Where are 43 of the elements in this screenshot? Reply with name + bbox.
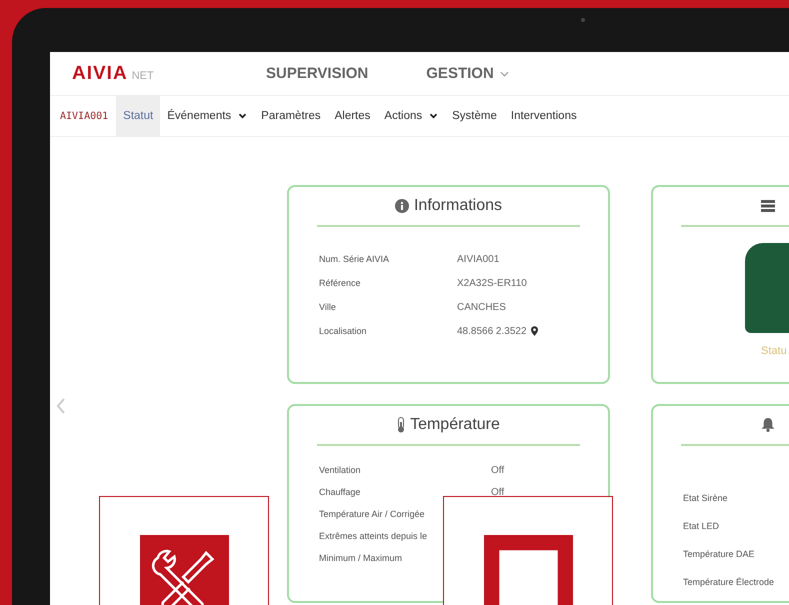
nav-tab[interactable]: Paramètres: [254, 96, 328, 136]
logo-text: AIVIA: [72, 62, 128, 84]
field-label: Etat Sirène: [683, 493, 729, 503]
chevron-down-icon: [238, 113, 248, 119]
card-title: Informations: [414, 197, 502, 215]
info-icon: [394, 199, 409, 213]
field-label: Minimum / Maximum: [319, 553, 404, 563]
field-label: Ventilation: [319, 465, 362, 475]
field-label: Température DAE: [683, 549, 756, 559]
bell-icon: [761, 418, 775, 432]
field-value: CANCHES: [457, 302, 506, 312]
nav-tab[interactable]: Alertes: [328, 96, 378, 136]
map-pin-icon[interactable]: [530, 326, 538, 336]
caret-icon: [500, 70, 509, 76]
field-label: Température Électrode: [683, 577, 776, 587]
field-value: 48.8566 2.3522: [457, 326, 538, 336]
top-menu-link[interactable]: GESTION: [426, 65, 509, 82]
card-title: Température: [410, 416, 500, 434]
field-label: Chauffage: [319, 487, 362, 497]
field-label: Etat LED: [683, 521, 720, 531]
field-value: X2A32S-ER110: [457, 278, 527, 288]
field-label: Température Air / Corrigée: [319, 509, 426, 519]
nav-tab[interactable]: Actions: [377, 96, 446, 136]
nav-tab[interactable]: Événements: [160, 96, 254, 136]
status-text: Statu: [761, 345, 788, 357]
field-value: Off: [491, 486, 504, 498]
field-label: Localisation: [319, 326, 368, 336]
field-label: Ville: [319, 302, 337, 312]
top-menu-link[interactable]: SUPERVISION: [266, 65, 368, 82]
field-label: Référence: [319, 278, 362, 288]
camera-icon: [581, 18, 585, 22]
logo-suffix: NET: [132, 70, 154, 82]
field-value: AIVIA001: [457, 254, 500, 264]
nav-tab[interactable]: Interventions: [504, 96, 584, 136]
field-value: Off: [491, 464, 504, 476]
field-label: Extrêmes atteints depuis le: [319, 531, 428, 541]
chevron-down-icon: [429, 113, 438, 119]
field-label: Num. Série AIVIA: [319, 254, 390, 264]
device-id: AIVIA001: [59, 110, 110, 124]
nav-tab[interactable]: Système: [445, 96, 504, 136]
thermometer-icon: [397, 417, 406, 433]
nav-tab[interactable]: Statut: [116, 96, 160, 136]
server-icon: [761, 199, 775, 213]
